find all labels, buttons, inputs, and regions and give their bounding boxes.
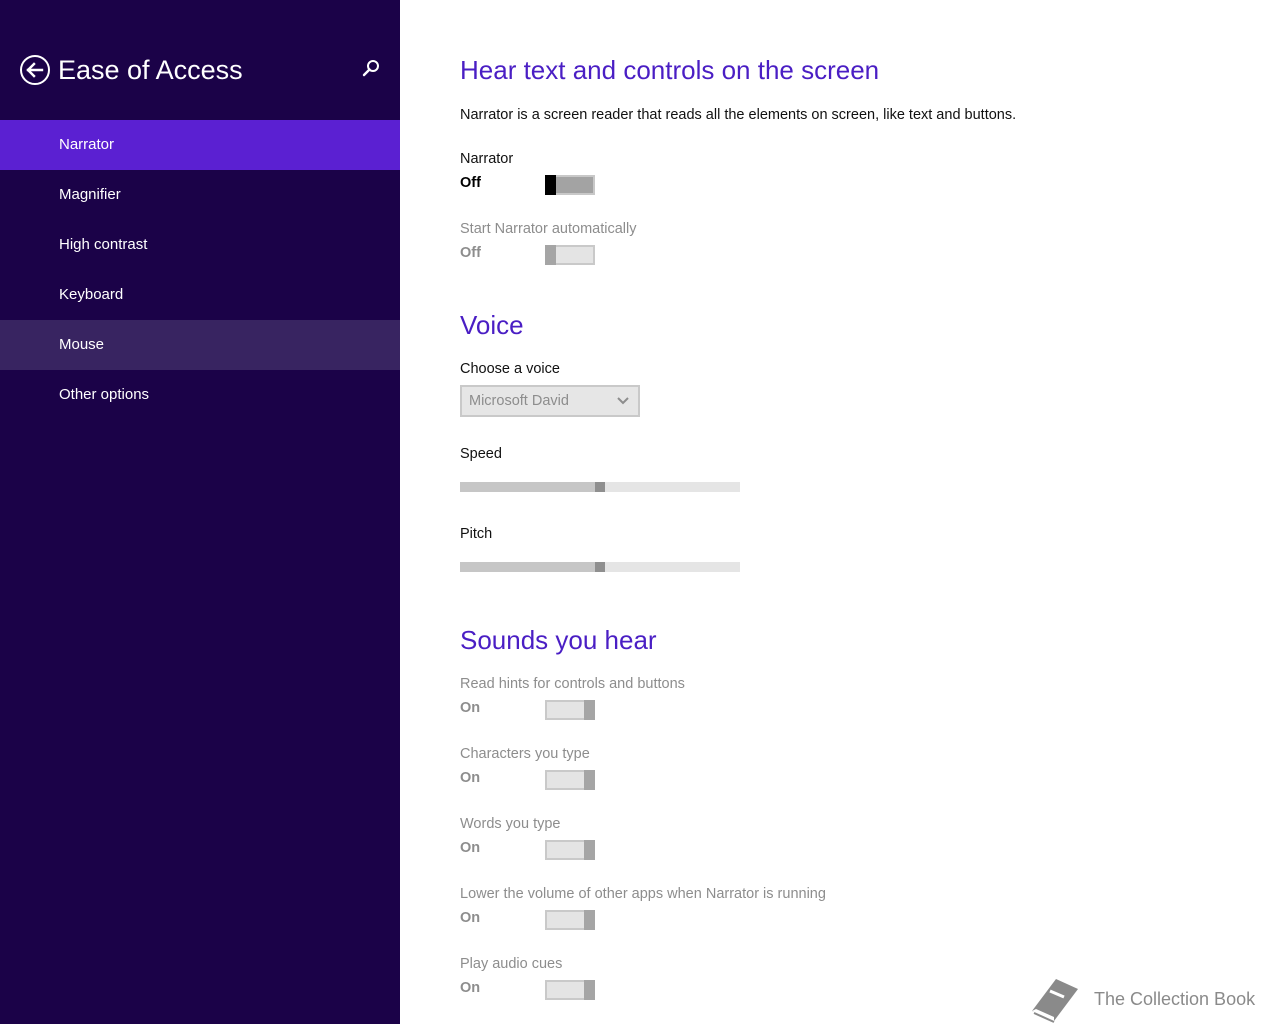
toggle-thumb: [584, 910, 595, 930]
sidebar-nav: Narrator Magnifier High contrast Keyboar…: [0, 120, 400, 420]
start-narrator-automatically-state: Off: [460, 245, 481, 261]
speed-slider[interactable]: [460, 482, 740, 492]
toggle-thumb: [545, 245, 556, 265]
start-narrator-automatically-toggle[interactable]: [545, 245, 595, 265]
sidebar-item-high-contrast[interactable]: High contrast: [0, 220, 400, 270]
sidebar-item-other-options[interactable]: Other options: [0, 370, 400, 420]
sidebar-item-narrator[interactable]: Narrator: [0, 120, 400, 170]
toggle-thumb: [584, 980, 595, 1000]
section-heading-hear-text: Hear text and controls on the screen: [460, 55, 880, 85]
sidebar-item-magnifier[interactable]: Magnifier: [0, 170, 400, 220]
toggle-thumb: [545, 175, 556, 195]
chevron-down-icon: [617, 397, 629, 405]
watermark: The Collection Book: [1028, 973, 1278, 1023]
toggle-thumb: [584, 700, 595, 720]
words-you-type-label: Words you type: [460, 816, 561, 832]
voice-select[interactable]: Microsoft David: [460, 385, 640, 417]
narrator-toggle[interactable]: [545, 175, 595, 195]
characters-you-type-label: Characters you type: [460, 746, 590, 762]
start-narrator-automatically-label: Start Narrator automatically: [460, 221, 637, 237]
choose-voice-label: Choose a voice: [460, 361, 560, 377]
words-you-type-toggle[interactable]: [545, 840, 595, 860]
voice-select-value: Microsoft David: [469, 393, 569, 409]
section-heading-sounds: Sounds you hear: [460, 625, 657, 655]
lower-volume-label: Lower the volume of other apps when Narr…: [460, 886, 826, 902]
slider-thumb[interactable]: [595, 562, 605, 572]
sidebar-item-mouse[interactable]: Mouse: [0, 320, 400, 370]
characters-you-type-toggle[interactable]: [545, 770, 595, 790]
search-icon[interactable]: [360, 58, 382, 80]
lower-volume-state: On: [460, 910, 481, 926]
section-heading-voice: Voice: [460, 310, 524, 340]
lower-volume-toggle[interactable]: [545, 910, 595, 930]
narrator-state: Off: [460, 175, 481, 191]
slider-fill: [460, 562, 595, 572]
sidebar: Ease of Access Narrator Magnifier High c…: [0, 0, 400, 1024]
play-audio-cues-label: Play audio cues: [460, 956, 563, 972]
read-hints-toggle[interactable]: [545, 700, 595, 720]
toggle-thumb: [584, 770, 595, 790]
sidebar-item-keyboard[interactable]: Keyboard: [0, 270, 400, 320]
sidebar-title: Ease of Access: [58, 55, 243, 85]
read-hints-state: On: [460, 700, 481, 716]
main-content: Hear text and controls on the screen Nar…: [400, 0, 1280, 1024]
characters-you-type-state: On: [460, 770, 481, 786]
narrator-description: Narrator is a screen reader that reads a…: [460, 107, 1017, 123]
book-icon: [1032, 979, 1078, 1023]
narrator-label: Narrator: [460, 151, 514, 167]
watermark-text: The Collection Book: [1094, 989, 1256, 1009]
slider-thumb[interactable]: [595, 482, 605, 492]
read-hints-label: Read hints for controls and buttons: [460, 676, 685, 692]
words-you-type-state: On: [460, 840, 481, 856]
back-arrow-icon[interactable]: [19, 54, 51, 86]
slider-fill: [460, 482, 595, 492]
speed-label: Speed: [460, 446, 502, 462]
sidebar-header: Ease of Access: [0, 50, 400, 90]
pitch-label: Pitch: [460, 526, 493, 542]
toggle-thumb: [584, 840, 595, 860]
pitch-slider[interactable]: [460, 562, 740, 572]
play-audio-cues-toggle[interactable]: [545, 980, 595, 1000]
play-audio-cues-state: On: [460, 980, 481, 996]
